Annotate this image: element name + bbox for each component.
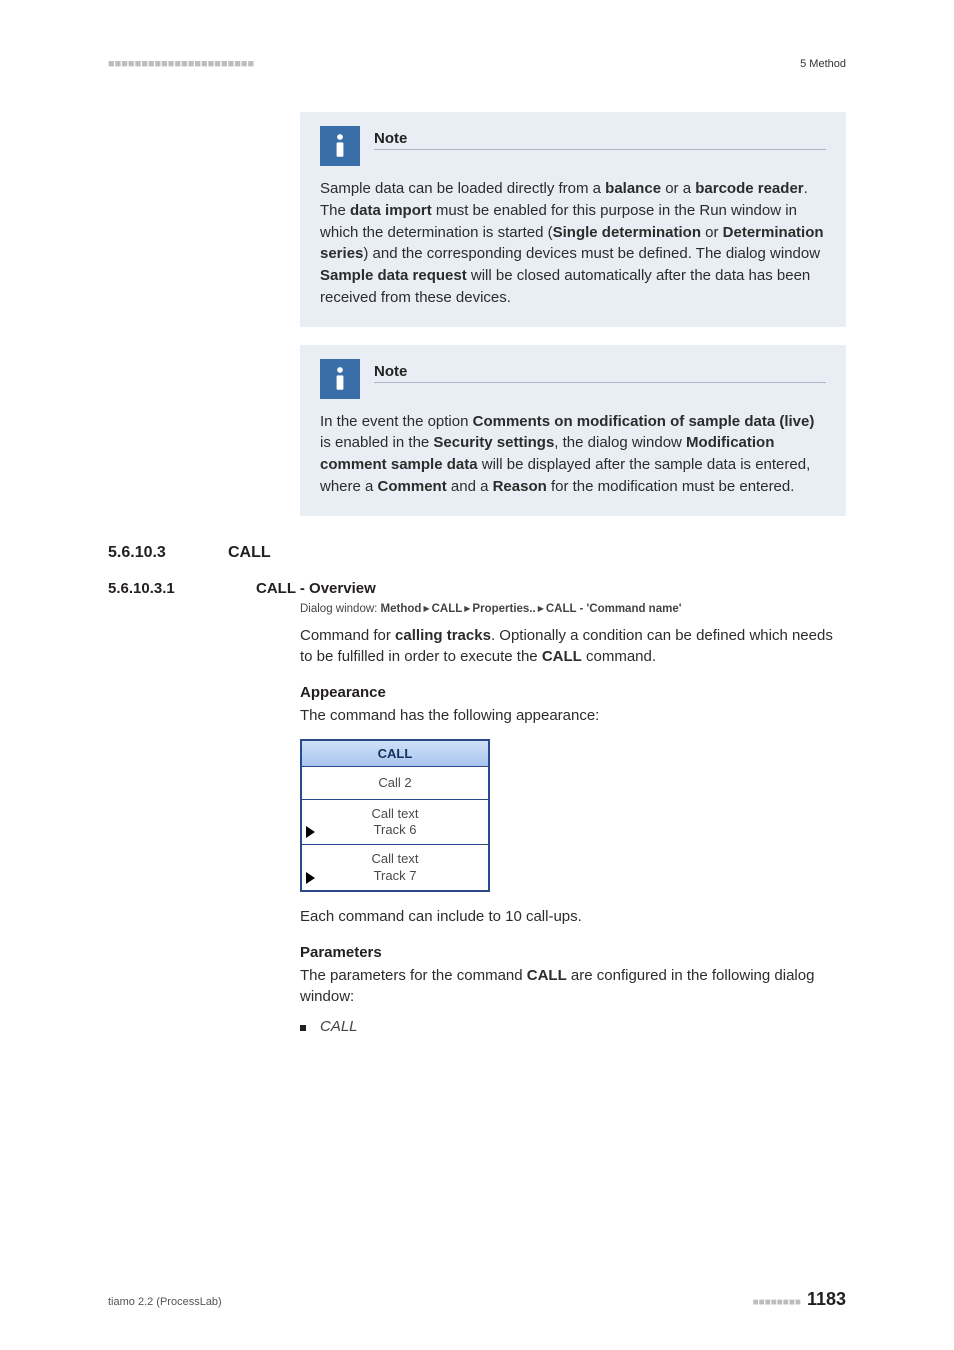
text: Sample data can be loaded directly from …: [320, 180, 605, 197]
crumb: CALL - 'Command name': [546, 603, 682, 615]
bullet-text: CALL: [320, 1018, 358, 1035]
after-block-text: Each command can include to 10 call-ups.: [300, 906, 846, 928]
dialog-breadcrumb: Dialog window: Method▶CALL▶Properties..▶…: [300, 603, 846, 615]
note-body: Sample data can be loaded directly from …: [320, 178, 826, 309]
info-icon: [320, 126, 360, 166]
footer-dots: ■■■■■■■■: [753, 1297, 801, 1308]
info-icon: [320, 359, 360, 399]
note-box-2: Note In the event the option Comments on…: [300, 345, 846, 516]
text-bold: CALL: [527, 967, 567, 984]
text: is enabled in the: [320, 434, 433, 451]
call-block-header: CALL: [302, 741, 488, 767]
bullet-item: CALL: [300, 1018, 846, 1035]
call-block-row: Call text Track 7: [302, 845, 488, 890]
text: Command for: [300, 627, 395, 644]
text: The parameters for the command: [300, 967, 527, 984]
call-command-block: CALL Call 2 Call text Track 6 Call text …: [300, 739, 490, 892]
appearance-heading: Appearance: [300, 684, 846, 701]
crumb: Method: [381, 603, 422, 615]
text-bold: Single determination: [553, 224, 701, 241]
crumb: Properties..: [472, 603, 535, 615]
text: Call 2: [378, 775, 411, 790]
text-bold: Comments on modification of sample data …: [473, 413, 815, 430]
text: , the dialog window: [554, 434, 686, 451]
text: or: [701, 224, 723, 241]
footer-page-number: 1183: [807, 1289, 846, 1310]
play-arrow-icon: [306, 872, 315, 884]
page-header: ■■■■■■■■■■■■■■■■■■■■■■ 5 Method: [108, 58, 846, 70]
note-header-row: Note: [320, 126, 826, 166]
text: for the modification must be entered.: [547, 478, 795, 495]
text: Track 6: [374, 822, 417, 837]
text: In the event the option: [320, 413, 473, 430]
note-title-wrap: Note: [374, 359, 826, 383]
crumb: CALL: [432, 603, 463, 615]
triangle-right-icon: ▶: [536, 604, 546, 613]
page: ■■■■■■■■■■■■■■■■■■■■■■ 5 Method Note Sam…: [0, 0, 954, 1350]
subsection-title: CALL - Overview: [256, 580, 376, 597]
text-bold: Comment: [378, 478, 447, 495]
call-block-row: Call text Track 6: [302, 800, 488, 846]
section-title: CALL: [228, 544, 271, 562]
play-arrow-icon: [306, 826, 315, 838]
text: command.: [582, 648, 656, 665]
parameters-heading: Parameters: [300, 944, 846, 961]
note-title: Note: [374, 130, 826, 150]
text-bold: barcode reader: [695, 180, 803, 197]
text-bold: balance: [605, 180, 661, 197]
text-bold: CALL: [542, 648, 582, 665]
text: Track 7: [374, 868, 417, 883]
text-bold: Reason: [493, 478, 547, 495]
text-bold: data import: [350, 202, 432, 219]
triangle-right-icon: ▶: [462, 604, 472, 613]
text-bold: Sample data request: [320, 267, 467, 284]
text: and a: [447, 478, 493, 495]
text: Call text: [372, 851, 419, 866]
subsection-heading: 5.6.10.3.1 CALL - Overview: [108, 580, 846, 597]
section-number: 5.6.10.3: [108, 544, 228, 562]
note-title: Note: [374, 363, 826, 383]
triangle-right-icon: ▶: [421, 604, 431, 613]
subsection-number: 5.6.10.3.1: [108, 580, 256, 597]
note-title-wrap: Note: [374, 126, 826, 150]
note-box-1: Note Sample data can be loaded directly …: [300, 112, 846, 327]
note-body: In the event the option Comments on modi…: [320, 411, 826, 498]
footer-product: tiamo 2.2 (ProcessLab): [108, 1296, 222, 1308]
content-column: Note Sample data can be loaded directly …: [300, 112, 846, 516]
text: or a: [661, 180, 695, 197]
text: ) and the corresponding devices must be …: [363, 245, 820, 262]
bullet-square-icon: [300, 1025, 306, 1031]
text-bold: calling tracks: [395, 627, 491, 644]
call-row-text: Call text Track 6: [372, 806, 419, 839]
parameters-text: The parameters for the command CALL are …: [300, 965, 846, 1009]
intro-paragraph: Command for calling tracks. Optionally a…: [300, 625, 846, 669]
call-row-text: Call text Track 7: [372, 851, 419, 884]
page-footer: tiamo 2.2 (ProcessLab) ■■■■■■■■ 1183: [108, 1289, 846, 1310]
text-bold: Security settings: [433, 434, 554, 451]
call-row-text: Call 2: [378, 775, 411, 791]
call-block-row: Call 2: [302, 767, 488, 800]
header-dots: ■■■■■■■■■■■■■■■■■■■■■■: [108, 58, 254, 70]
appearance-text: The command has the following appearance…: [300, 705, 846, 727]
note-header-row: Note: [320, 359, 826, 399]
section-heading: 5.6.10.3 CALL: [108, 544, 846, 562]
text: Call text: [372, 806, 419, 821]
header-chapter: 5 Method: [800, 58, 846, 70]
dialog-prefix: Dialog window:: [300, 603, 381, 615]
footer-right: ■■■■■■■■ 1183: [753, 1289, 846, 1310]
